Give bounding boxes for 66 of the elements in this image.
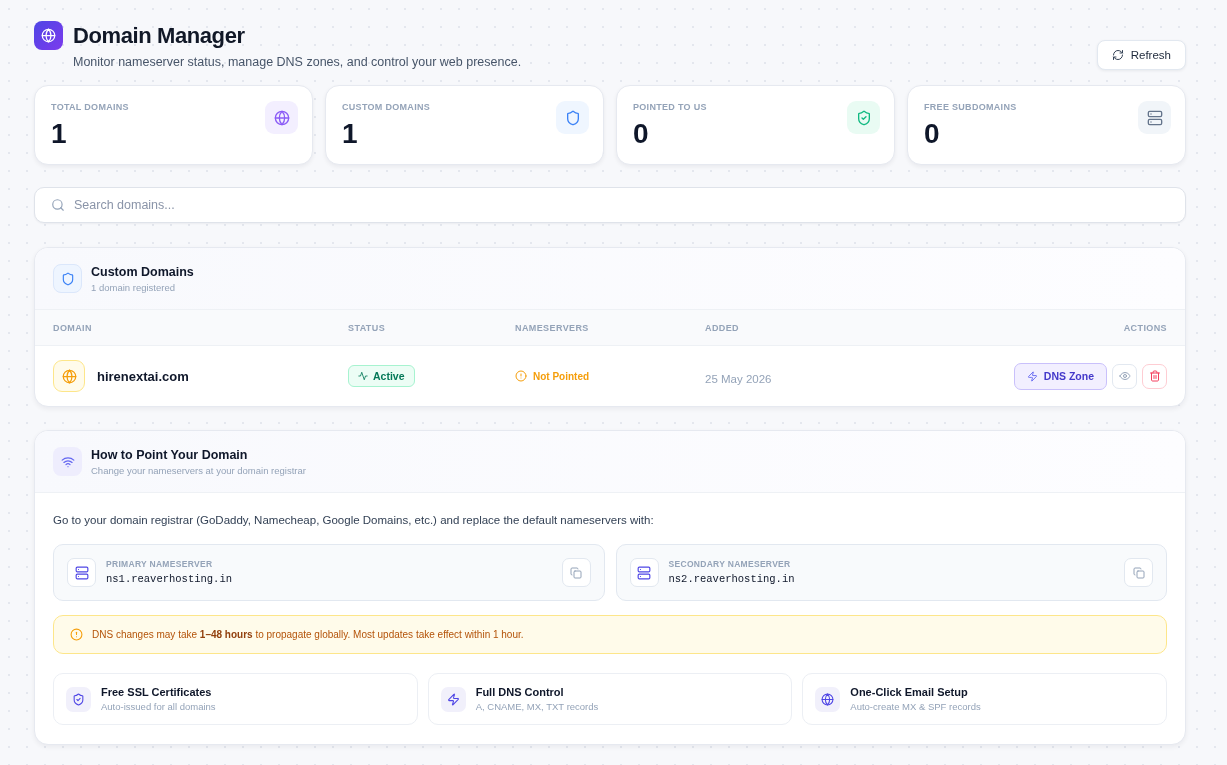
trash-icon — [1148, 370, 1161, 382]
feature-title: Full DNS Control — [475, 685, 564, 699]
refresh-button[interactable]: Refresh — [1096, 40, 1186, 70]
feature-subtitle: Auto-issued for all domains — [101, 701, 216, 713]
date-added: 25 May 2026 — [705, 372, 772, 385]
search-field[interactable]: Search domains... — [34, 187, 1186, 223]
shield-icon — [556, 101, 589, 134]
nameserver-value: ns2.reaverhosting.in — [668, 573, 795, 586]
nameserver-label: PRIMARY NAMESERVER — [106, 559, 213, 570]
stat-label: CUSTOM DOMAINS — [342, 101, 431, 113]
status-label: Active — [373, 370, 405, 382]
notice-text: DNS changes may take 1–48 hours to propagate globally. Most updates take effect within 1 hour. — [92, 629, 524, 640]
shield-check-icon — [847, 101, 880, 134]
search-input[interactable]: Search domains... — [74, 194, 1169, 216]
globe-icon — [34, 21, 63, 50]
feature-title: One-Click Email Setup — [850, 685, 968, 699]
nameserver-label: SECONDARY NAMESERVER — [668, 559, 791, 570]
stat-label: TOTAL DOMAINS — [51, 101, 129, 113]
globe-icon — [815, 686, 841, 712]
globe-icon — [265, 101, 298, 134]
alert-icon — [70, 628, 83, 641]
domain-name: hirenextai.com — [97, 368, 189, 384]
server-icon — [629, 558, 659, 587]
panel-subtitle: 1 domain registered — [91, 280, 175, 294]
pulse-icon — [358, 371, 368, 381]
nameserver-status: Not Pointed — [533, 370, 590, 382]
feature-subtitle: A, CNAME, MX, TXT records — [475, 701, 599, 713]
refresh-icon — [1111, 49, 1124, 61]
lightning-icon — [1026, 370, 1038, 382]
nameserver-value: ns1.reaverhosting.in — [106, 573, 233, 586]
stat-value: 0 — [633, 119, 649, 149]
shield-icon — [53, 264, 82, 293]
shield-check-icon — [66, 686, 91, 712]
search-icon — [51, 198, 65, 212]
copy-button[interactable] — [561, 558, 591, 587]
page-title: Domain Manager — [73, 22, 245, 49]
stat-label: FREE SUBDOMAINS — [924, 101, 1017, 113]
panel-title: Custom Domains — [91, 263, 194, 280]
column-header: ADDED — [705, 322, 739, 333]
server-icon — [67, 558, 96, 587]
wifi-icon — [53, 447, 82, 476]
copy-icon — [570, 566, 582, 579]
panel-subtitle: Change your nameservers at your domain registrar — [91, 463, 306, 477]
page-subtitle: Monitor nameserver status, manage DNS zones, and control your web presence. — [73, 54, 522, 70]
column-header: DOMAIN — [53, 322, 92, 333]
alert-icon — [515, 370, 527, 382]
column-header: STATUS — [348, 322, 386, 333]
copy-button[interactable] — [1124, 558, 1153, 587]
feature-title: Free SSL Certificates — [101, 685, 212, 699]
panel-title: How to Point Your Domain — [91, 446, 248, 463]
stat-value: 1 — [342, 119, 358, 149]
globe-icon — [53, 360, 85, 392]
stat-label: POINTED TO US — [633, 101, 707, 113]
view-button[interactable] — [1112, 363, 1137, 389]
copy-icon — [1132, 566, 1145, 579]
feature-subtitle: Auto-create MX & SPF records — [850, 701, 981, 713]
eye-icon — [1118, 370, 1131, 382]
lightning-icon — [440, 686, 466, 712]
server-icon — [1138, 101, 1171, 134]
column-header: ACTIONS — [1123, 322, 1167, 333]
stat-value: 0 — [924, 119, 940, 149]
column-header: NAMESERVERS — [515, 322, 589, 333]
delete-button[interactable] — [1142, 363, 1167, 389]
stat-value: 1 — [51, 119, 67, 149]
instructions-text: Go to your domain registrar (GoDaddy, Namecheap, Google Domains, etc.) and replace the default nameservers with: — [53, 513, 654, 528]
dns-zone-button[interactable]: DNS Zone — [1013, 362, 1107, 390]
